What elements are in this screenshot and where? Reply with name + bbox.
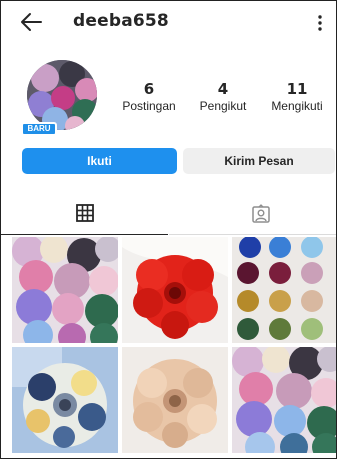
avatar-photo — [27, 60, 97, 130]
post-thumbnail-5[interactable] — [122, 347, 228, 453]
follow-button[interactable]: Ikuti — [22, 148, 177, 174]
post-thumbnail-3[interactable] — [232, 237, 336, 343]
tagged-person-icon — [252, 204, 270, 223]
followers-count: 4 — [217, 80, 229, 98]
top-bar: deeba658 — [1, 1, 336, 45]
posts-label: Postingan — [122, 99, 176, 113]
posts-grid — [12, 237, 336, 457]
avatar[interactable] — [27, 60, 97, 130]
profile-username: deeba658 — [73, 11, 169, 31]
profile-tabs — [1, 191, 336, 235]
posts-count: 6 — [143, 80, 155, 98]
followers-stat[interactable]: 4 Pengikut — [194, 81, 252, 114]
red-scrunchie-photo — [122, 237, 228, 343]
profile-screen: deeba658 BARU 6 Postingan 4 Pengikut 11 … — [0, 0, 337, 459]
new-badge: BARU — [21, 122, 57, 136]
more-options-icon[interactable] — [314, 13, 326, 33]
following-label: Mengikuti — [271, 99, 323, 113]
followers-label: Pengikut — [199, 99, 247, 113]
post-thumbnail-1[interactable] — [12, 237, 118, 343]
scrunchie-grid-photo — [232, 237, 336, 343]
tab-tagged[interactable] — [169, 191, 336, 235]
beige-scrunchie-photo — [122, 347, 228, 453]
posts-stat[interactable]: 6 Postingan — [119, 81, 179, 114]
following-count: 11 — [286, 80, 308, 98]
scrunchie-collection-photo — [12, 237, 118, 343]
post-thumbnail-2[interactable] — [122, 237, 228, 343]
scrunchie-collection-photo — [232, 347, 336, 453]
back-arrow-icon[interactable] — [19, 10, 43, 34]
tab-posts-grid[interactable] — [1, 191, 168, 235]
send-message-button[interactable]: Kirim Pesan — [183, 148, 335, 174]
post-thumbnail-4[interactable] — [12, 347, 118, 453]
post-thumbnail-6[interactable] — [232, 347, 336, 453]
floral-scrunchie-photo — [12, 347, 118, 453]
following-stat[interactable]: 11 Mengikuti — [266, 81, 328, 114]
grid-icon — [76, 204, 94, 222]
